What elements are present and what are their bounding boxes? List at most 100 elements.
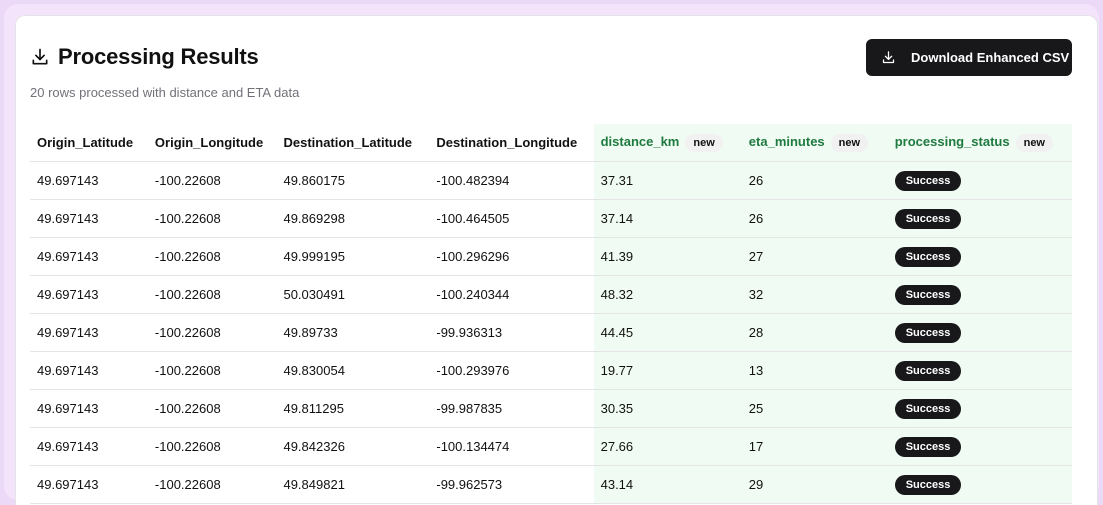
table-cell: 37.31: [593, 161, 742, 200]
table-row: 49.697143 -100.22608 50.030491 -100.240344 4…: [30, 275, 1072, 314]
table-cell: 13: [741, 351, 888, 390]
table-cell: -100.22608: [147, 465, 277, 504]
table-cell: -100.482394: [429, 161, 594, 200]
table-cell: 44.45: [593, 313, 742, 352]
table-cell: 49.830054: [276, 351, 430, 390]
status-cell: Success: [887, 465, 1072, 504]
page-title: Processing Results: [58, 44, 259, 69]
table-row: 49.697143 -100.22608 49.860175 -100.482394 3…: [30, 161, 1072, 200]
table-body: 49.697143 -100.22608 49.860175 -100.482394 3…: [30, 161, 1072, 504]
table-cell: -100.22608: [147, 427, 277, 466]
outer-frame: Processing Results 20 rows processed wit…: [4, 4, 1099, 505]
table-row: 49.697143 -100.22608 49.869298 -100.464505 3…: [30, 199, 1072, 238]
table-row: 49.697143 -100.22608 49.830054 -100.293976 1…: [30, 351, 1072, 390]
status-badge: Success: [894, 398, 962, 419]
status-cell: Success: [887, 237, 1072, 276]
table-cell: -100.22608: [147, 313, 277, 352]
table-cell: -100.240344: [429, 275, 594, 314]
download-icon: [32, 48, 48, 65]
table-cell: 30.35: [593, 389, 742, 428]
table-cell: 26: [741, 199, 888, 238]
table-cell: -100.22608: [147, 237, 277, 276]
table-cell: 49.697143: [30, 427, 148, 466]
status-badge: Success: [894, 208, 962, 229]
status-badge: Success: [894, 246, 962, 267]
status-badge: Success: [894, 322, 962, 343]
column-header: Destination_Latitude: [276, 124, 430, 162]
download-icon: [882, 51, 895, 64]
table-cell: 49.697143: [30, 237, 148, 276]
table-cell: 49.89733: [276, 313, 430, 352]
column-header-label: eta_minutes: [748, 133, 825, 149]
table-cell: 49.697143: [30, 199, 148, 238]
table-cell: 27: [741, 237, 888, 276]
table-row: 49.697143 -100.22608 49.999195 -100.296296 4…: [30, 237, 1072, 276]
status-cell: Success: [887, 389, 1072, 428]
table-cell: -100.22608: [147, 351, 277, 390]
table-cell: 49.869298: [276, 199, 430, 238]
table-cell: 49.697143: [30, 389, 148, 428]
table-cell: 25: [741, 389, 888, 428]
table-cell: -99.962573: [429, 465, 594, 504]
column-header-label: processing_status: [894, 133, 1010, 149]
table-cell: 49.860175: [276, 161, 430, 200]
table-cell: 49.999195: [276, 237, 430, 276]
new-column-tag: new: [830, 133, 869, 152]
table-cell: -100.22608: [147, 389, 277, 428]
status-badge: Success: [894, 284, 962, 305]
status-badge: Success: [894, 170, 962, 191]
column-header: distance_km new: [593, 124, 742, 162]
table-cell: 37.14: [593, 199, 742, 238]
table-cell: 28: [741, 313, 888, 352]
table-row: 49.697143 -100.22608 49.849821 -99.962573 43…: [30, 465, 1072, 504]
column-header: Destination_Longitude: [429, 124, 594, 162]
column-header-label: Origin_Latitude: [37, 135, 134, 150]
status-cell: Success: [887, 427, 1072, 466]
table-header-row: Origin_Latitude Origin_Longitude Destinati…: [30, 124, 1072, 162]
table-row: 49.697143 -100.22608 49.89733 -99.936313 44.…: [30, 313, 1072, 352]
table-cell: 26: [741, 161, 888, 200]
table-cell: 41.39: [593, 237, 742, 276]
results-table: Origin_Latitude Origin_Longitude Destinati…: [30, 124, 1072, 504]
table-cell: 29: [741, 465, 888, 504]
table-cell: -100.22608: [147, 199, 277, 238]
table-cell: 49.697143: [30, 351, 148, 390]
column-header: Origin_Latitude: [30, 124, 148, 162]
table-row: 49.697143 -100.22608 49.842326 -100.134474 2…: [30, 427, 1072, 466]
page-subtitle: 20 rows processed with distance and ETA …: [30, 85, 300, 100]
table-cell: 49.697143: [30, 465, 148, 504]
status-cell: Success: [887, 313, 1072, 352]
column-header: eta_minutes new: [741, 124, 888, 162]
table-cell: 43.14: [593, 465, 742, 504]
column-header-label: distance_km: [600, 133, 680, 149]
table-cell: 49.811295: [276, 389, 430, 428]
table-cell: 49.842326: [276, 427, 430, 466]
status-cell: Success: [887, 199, 1072, 238]
table-cell: -100.464505: [429, 199, 594, 238]
title-row: Processing Results: [30, 44, 259, 70]
table-cell: -100.134474: [429, 427, 594, 466]
download-csv-button[interactable]: Download Enhanced CSV: [866, 39, 1072, 76]
table-cell: 19.77: [593, 351, 742, 390]
column-header-label: Destination_Longitude: [436, 135, 578, 150]
new-column-tag: new: [1015, 133, 1053, 152]
status-badge: Success: [894, 360, 962, 381]
table-cell: -99.987835: [429, 389, 594, 428]
table-cell: 49.697143: [30, 161, 148, 200]
table-cell: -100.22608: [147, 161, 277, 200]
results-card: Processing Results 20 rows processed wit…: [15, 15, 1098, 505]
table-cell: 27.66: [593, 427, 742, 466]
table-cell: 32: [741, 275, 888, 314]
new-column-tag: new: [685, 133, 723, 152]
table-cell: -100.296296: [429, 237, 594, 276]
table-cell: 49.849821: [276, 465, 430, 504]
table-cell: 49.697143: [30, 275, 148, 314]
status-badge: Success: [894, 436, 962, 457]
status-cell: Success: [887, 351, 1072, 390]
download-csv-label: Download Enhanced CSV: [911, 50, 1070, 65]
status-cell: Success: [887, 161, 1072, 200]
table-cell: -100.22608: [147, 275, 277, 314]
status-badge: Success: [894, 474, 962, 495]
table-cell: 17: [741, 427, 888, 466]
table-cell: -99.936313: [429, 313, 594, 352]
